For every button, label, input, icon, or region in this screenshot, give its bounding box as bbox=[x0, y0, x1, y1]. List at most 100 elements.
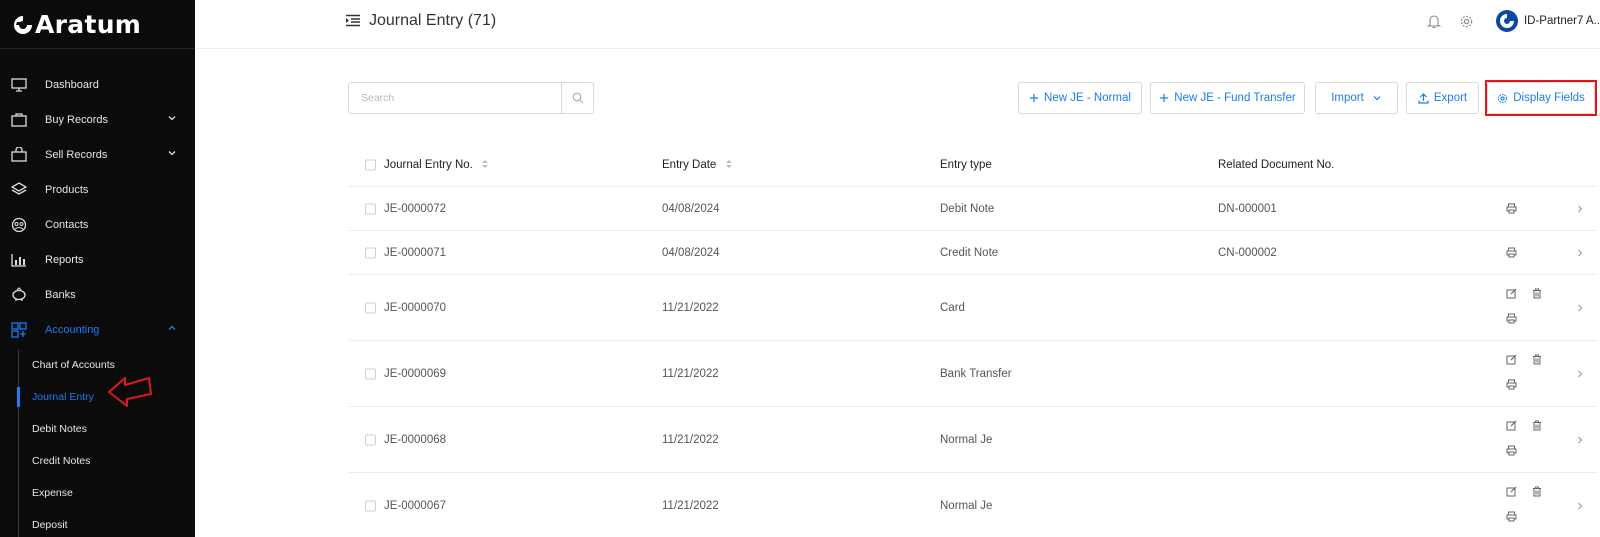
chevron-down-icon[interactable] bbox=[167, 148, 177, 158]
journal-entry-no: JE-0000071 bbox=[384, 246, 447, 259]
sidebar-item-accounting[interactable]: Accounting bbox=[0, 312, 195, 347]
chevron-down-icon[interactable] bbox=[167, 113, 177, 123]
chevron-right-icon[interactable] bbox=[1575, 204, 1585, 214]
sidebar-nav: Dashboard Buy Records Sell Records Produ… bbox=[0, 67, 195, 537]
sidebar: Aratum Dashboard Buy Records Sell Record… bbox=[0, 0, 195, 537]
row-checkbox[interactable] bbox=[365, 203, 376, 214]
column-header-journal-entry-no[interactable]: Journal Entry No. bbox=[384, 159, 489, 171]
submenu-item-deposit[interactable]: Deposit bbox=[0, 509, 195, 537]
submenu-item-chart-of-accounts[interactable]: Chart of Accounts bbox=[0, 349, 195, 381]
button-label: Display Fields bbox=[1513, 92, 1585, 104]
submenu-item-credit-notes[interactable]: Credit Notes bbox=[0, 445, 195, 477]
chevron-right-icon[interactable] bbox=[1575, 248, 1585, 258]
sidebar-item-reports[interactable]: Reports bbox=[0, 242, 195, 277]
plus-icon bbox=[1029, 93, 1039, 103]
sidebar-item-contacts[interactable]: Contacts bbox=[0, 207, 195, 242]
printer-icon[interactable] bbox=[1504, 509, 1518, 523]
trash-icon[interactable] bbox=[1530, 286, 1544, 300]
red-arrow-annotation bbox=[108, 377, 152, 407]
chevron-right-icon[interactable] bbox=[1575, 435, 1585, 445]
user-name[interactable]: ID-Partner7 A.. bbox=[1524, 15, 1600, 27]
chevron-up-icon[interactable] bbox=[167, 323, 177, 333]
new-je-normal-button[interactable]: New JE - Normal bbox=[1018, 82, 1142, 114]
chevron-right-icon[interactable] bbox=[1575, 369, 1585, 379]
table-row[interactable]: JE-0000072 04/08/2024 Debit Note DN-0000… bbox=[348, 187, 1597, 231]
chevron-right-icon[interactable] bbox=[1575, 501, 1585, 511]
trash-icon[interactable] bbox=[1530, 484, 1544, 498]
brand-logo-icon bbox=[14, 15, 32, 34]
journal-entry-no: JE-0000070 bbox=[384, 301, 447, 314]
sidebar-item-label: Products bbox=[45, 183, 89, 196]
entry-date: 11/21/2022 bbox=[662, 433, 719, 446]
search-button[interactable] bbox=[561, 83, 593, 113]
button-label: New JE - Normal bbox=[1044, 92, 1131, 104]
export-button[interactable]: Export bbox=[1406, 82, 1479, 114]
submenu-item-expense[interactable]: Expense bbox=[0, 477, 195, 509]
edit-icon[interactable] bbox=[1504, 352, 1518, 366]
sort-icon bbox=[482, 160, 489, 169]
button-label: Import bbox=[1331, 92, 1364, 104]
search-input[interactable] bbox=[349, 83, 561, 113]
printer-icon[interactable] bbox=[1504, 201, 1518, 215]
journal-entry-no: JE-0000067 bbox=[384, 500, 447, 512]
row-checkbox[interactable] bbox=[365, 434, 376, 445]
gear-icon[interactable] bbox=[1459, 13, 1475, 29]
entry-type: Debit Note bbox=[940, 202, 995, 215]
sidebar-item-label: Reports bbox=[45, 253, 84, 266]
printer-icon[interactable] bbox=[1504, 377, 1518, 391]
page-title: Journal Entry (71) bbox=[345, 12, 496, 30]
row-checkbox[interactable] bbox=[365, 500, 376, 512]
row-checkbox[interactable] bbox=[365, 302, 376, 313]
chevron-down-icon bbox=[1372, 93, 1382, 103]
select-all-checkbox[interactable] bbox=[365, 159, 376, 170]
table-row[interactable]: JE-0000070 11/21/2022 Card bbox=[348, 275, 1597, 341]
top-bar: Journal Entry (71) ID-Partner7 A.. bbox=[195, 0, 1600, 49]
column-header-entry-type: Entry type bbox=[940, 158, 992, 171]
table-row[interactable]: JE-0000067 11/21/2022 Normal Je bbox=[348, 473, 1597, 537]
row-checkbox[interactable] bbox=[365, 247, 376, 258]
new-je-fund-transfer-button[interactable]: New JE - Fund Transfer bbox=[1150, 82, 1305, 114]
printer-icon[interactable] bbox=[1504, 443, 1518, 457]
related-document-no: DN-000001 bbox=[1218, 202, 1277, 215]
trash-icon[interactable] bbox=[1530, 418, 1544, 432]
entry-date: 04/08/2024 bbox=[662, 246, 720, 259]
upload-icon bbox=[1418, 92, 1429, 104]
button-label: New JE - Fund Transfer bbox=[1174, 92, 1296, 104]
sidebar-item-sell-records[interactable]: Sell Records bbox=[0, 137, 195, 172]
journal-entry-no: JE-0000068 bbox=[384, 433, 447, 446]
entry-date: 11/21/2022 bbox=[662, 500, 719, 512]
printer-icon[interactable] bbox=[1504, 311, 1518, 325]
sidebar-item-products[interactable]: Products bbox=[0, 172, 195, 207]
entry-type: Card bbox=[940, 301, 965, 314]
bell-icon[interactable] bbox=[1426, 13, 1442, 29]
bar-chart-icon bbox=[10, 251, 28, 269]
display-fields-button[interactable]: Display Fields bbox=[1487, 82, 1595, 114]
submenu-item-label: Debit Notes bbox=[32, 423, 87, 435]
sidebar-item-banks[interactable]: Banks bbox=[0, 277, 195, 312]
logo[interactable]: Aratum bbox=[0, 0, 195, 49]
submenu-item-journal-entry[interactable]: Journal Entry bbox=[0, 381, 195, 413]
table-row[interactable]: JE-0000071 04/08/2024 Credit Note CN-000… bbox=[348, 231, 1597, 275]
submenu-item-debit-notes[interactable]: Debit Notes bbox=[0, 413, 195, 445]
trash-icon[interactable] bbox=[1530, 352, 1544, 366]
menu-toggle-icon[interactable] bbox=[345, 14, 361, 28]
submenu-item-label: Credit Notes bbox=[32, 455, 91, 467]
column-header-entry-date[interactable]: Entry Date bbox=[662, 159, 733, 171]
table-row[interactable]: JE-0000068 11/21/2022 Normal Je bbox=[348, 407, 1597, 473]
avatar[interactable] bbox=[1495, 10, 1518, 32]
edit-icon[interactable] bbox=[1504, 418, 1518, 432]
printer-icon[interactable] bbox=[1504, 245, 1518, 259]
piggy-bank-icon bbox=[10, 286, 28, 304]
edit-icon[interactable] bbox=[1504, 484, 1518, 498]
submenu-item-label: Deposit bbox=[32, 519, 68, 531]
chevron-right-icon[interactable] bbox=[1575, 303, 1585, 313]
table-header: Journal Entry No. Entry Date Entry type … bbox=[348, 143, 1597, 187]
row-checkbox[interactable] bbox=[365, 368, 376, 379]
sidebar-item-buy-records[interactable]: Buy Records bbox=[0, 102, 195, 137]
edit-icon[interactable] bbox=[1504, 286, 1518, 300]
entry-date: 11/21/2022 bbox=[662, 301, 719, 314]
table-row[interactable]: JE-0000069 11/21/2022 Bank Transfer bbox=[348, 341, 1597, 407]
sidebar-item-dashboard[interactable]: Dashboard bbox=[0, 67, 195, 102]
import-dropdown-button[interactable]: Import bbox=[1315, 82, 1398, 114]
accounting-submenu: Chart of Accounts Journal Entry Debit No… bbox=[0, 349, 195, 537]
